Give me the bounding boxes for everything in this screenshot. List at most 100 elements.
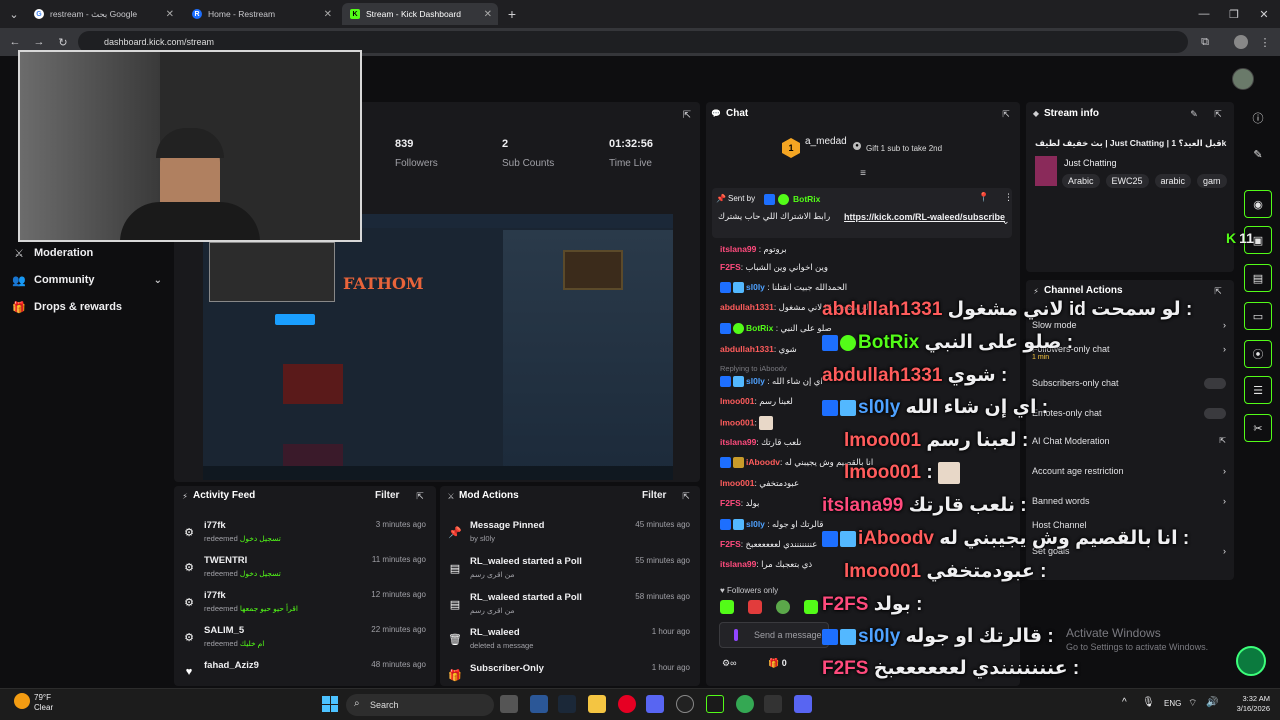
- folder-icon[interactable]: [588, 695, 606, 713]
- task-view-icon[interactable]: [500, 695, 518, 713]
- language-indicator[interactable]: ENG: [1164, 699, 1181, 708]
- settings-sliders-icon[interactable]: ☰: [1244, 376, 1272, 404]
- chat-username[interactable]: itslana99: [720, 437, 756, 447]
- popout-icon[interactable]: ⇱: [1212, 285, 1224, 297]
- pinterest-icon[interactable]: [618, 695, 636, 713]
- info-icon[interactable]: ⓘ: [1244, 104, 1272, 132]
- tag-chip[interactable]: EWC25: [1105, 174, 1149, 188]
- emote-icon[interactable]: [776, 600, 790, 614]
- chat-username[interactable]: BotRix: [746, 323, 773, 333]
- sidebar-item-drops-rewards[interactable]: 🎁 Drops & rewards: [12, 298, 122, 316]
- app-icon[interactable]: [530, 695, 548, 713]
- pinned-user[interactable]: BotRix: [793, 194, 820, 204]
- activity-user[interactable]: SALIM_5: [204, 625, 244, 636]
- activity-user[interactable]: fahad_Aziz9: [204, 660, 259, 671]
- close-window-icon[interactable]: ✕: [1256, 6, 1272, 22]
- mic-tray-icon[interactable]: 🎙: [1142, 697, 1155, 708]
- popout-icon[interactable]: ⇱: [1000, 108, 1012, 120]
- filter-button[interactable]: Filter: [375, 490, 399, 501]
- menu-dots-icon[interactable]: ⋮: [1258, 33, 1272, 51]
- chat-username[interactable]: abdullah1331: [720, 344, 774, 354]
- banned-words-row[interactable]: Banned words ›: [1032, 496, 1226, 506]
- kick-studio-icon[interactable]: [706, 695, 724, 713]
- chat-username[interactable]: itslana99: [720, 559, 756, 569]
- edit-pencil-icon[interactable]: ✎: [1188, 108, 1200, 120]
- sidebar-item-moderation[interactable]: ⚔ Moderation: [12, 244, 93, 262]
- ai-moderation-row[interactable]: AI Chat Moderation ⇱: [1032, 436, 1226, 446]
- chat-username[interactable]: lmoo001: [720, 478, 755, 488]
- taskbar-search[interactable]: ⌕ Search: [346, 694, 494, 716]
- chat-username[interactable]: sl0ly: [746, 376, 765, 386]
- tab-google[interactable]: G restream - بحث Google ✕: [26, 3, 180, 25]
- chat-username[interactable]: F2FS: [720, 262, 741, 272]
- app-icon[interactable]: [764, 695, 782, 713]
- clock[interactable]: 3:32 AM 3/16/2026: [1226, 694, 1270, 714]
- emote-icon[interactable]: [748, 600, 762, 614]
- chat-settings-icon[interactable]: ⚙∞: [722, 658, 736, 669]
- tag-chip[interactable]: Arabic: [1062, 174, 1100, 188]
- chat-username[interactable]: sl0ly: [746, 519, 765, 529]
- stream-preview[interactable]: FATHOM: [203, 214, 673, 480]
- tag-chip[interactable]: arabic: [1154, 174, 1192, 188]
- weather-widget[interactable]: 79°F Clear: [34, 693, 53, 713]
- subscribers-only-toggle[interactable]: [1204, 378, 1226, 389]
- account-age-row[interactable]: Account age restriction ›: [1032, 466, 1226, 476]
- popout-icon[interactable]: ⇱: [680, 490, 692, 502]
- volume-icon[interactable]: 🔊: [1206, 697, 1218, 708]
- more-options-icon[interactable]: ⋮: [1004, 192, 1013, 203]
- broadcast-icon[interactable]: ⦿: [1244, 340, 1272, 368]
- start-button[interactable]: [322, 696, 338, 712]
- chat-username[interactable]: F2FS: [720, 498, 741, 508]
- tray-chevron-icon[interactable]: ^: [1122, 697, 1127, 708]
- user-avatar[interactable]: [1232, 68, 1254, 90]
- emotes-only-toggle[interactable]: [1204, 408, 1226, 419]
- popout-icon[interactable]: ⇱: [680, 108, 694, 122]
- tab-list-icon[interactable]: ⌄: [6, 6, 22, 22]
- discord-icon[interactable]: [794, 695, 812, 713]
- back-icon[interactable]: ←: [6, 33, 24, 51]
- minimize-icon[interactable]: —: [1196, 6, 1212, 22]
- reload-icon[interactable]: ↻: [54, 33, 72, 51]
- tab-kick-dashboard[interactable]: K Stream - Kick Dashboard ✕: [342, 3, 498, 25]
- activity-user[interactable]: i77fk: [204, 590, 226, 601]
- tools-icon[interactable]: ✂: [1244, 414, 1272, 442]
- filter-button[interactable]: Filter: [642, 490, 666, 501]
- extensions-icon[interactable]: ⧉: [1196, 33, 1214, 51]
- chat-input[interactable]: Send a message: [719, 622, 829, 648]
- host-channel-row[interactable]: Host Channel: [1032, 520, 1226, 530]
- activity-user[interactable]: i77fk: [204, 520, 226, 531]
- chrome-icon[interactable]: [736, 695, 754, 713]
- gift-hint[interactable]: Gift 1 sub to take 2nd: [866, 144, 942, 153]
- top-gifter-name[interactable]: a_medad: [805, 136, 847, 147]
- emote-icon[interactable]: [804, 600, 818, 614]
- green-floating-button[interactable]: [1236, 646, 1266, 676]
- forward-icon[interactable]: →: [30, 33, 48, 51]
- popout-icon[interactable]: ⇱: [414, 490, 426, 502]
- close-tab-icon[interactable]: ✕: [324, 9, 332, 20]
- chat-username[interactable]: itslana99: [720, 244, 756, 254]
- clip-icon[interactable]: ▤: [1244, 264, 1272, 292]
- pinned-link[interactable]: https://kick.com/RL-waleed/subscribe: [844, 211, 1020, 224]
- popout-icon[interactable]: ⇱: [1212, 108, 1224, 120]
- followers-only-row[interactable]: Followers-only chat › 1 min: [1032, 344, 1226, 361]
- edit-icon[interactable]: ✎: [1244, 140, 1272, 168]
- tag-chip[interactable]: gam: [1197, 174, 1227, 188]
- chat-username[interactable]: iAboodv: [746, 457, 780, 467]
- profile-avatar[interactable]: [1234, 35, 1248, 49]
- chat-username[interactable]: sl0ly: [746, 282, 765, 292]
- wifi-icon[interactable]: ⌔: [1188, 697, 1197, 710]
- tab-restream[interactable]: R Home - Restream ✕: [184, 3, 338, 25]
- set-goals-row[interactable]: Set goals ›: [1032, 546, 1226, 556]
- chevron-down-icon[interactable]: ⌄: [1002, 216, 1010, 227]
- activity-user[interactable]: TWENTRI: [204, 555, 247, 566]
- discord-icon[interactable]: [646, 695, 664, 713]
- chat-username[interactable]: lmoo001: [720, 396, 755, 406]
- chat-username[interactable]: abdullah1331: [720, 302, 774, 312]
- unpin-icon[interactable]: 📍: [978, 192, 989, 203]
- steam-icon[interactable]: [558, 695, 576, 713]
- close-tab-icon[interactable]: ✕: [166, 9, 174, 20]
- new-tab-icon[interactable]: +: [504, 6, 520, 22]
- collapse-icon[interactable]: ≡: [856, 168, 870, 179]
- obs-icon[interactable]: [676, 695, 694, 713]
- slow-mode-row[interactable]: Slow mode ›: [1032, 320, 1226, 330]
